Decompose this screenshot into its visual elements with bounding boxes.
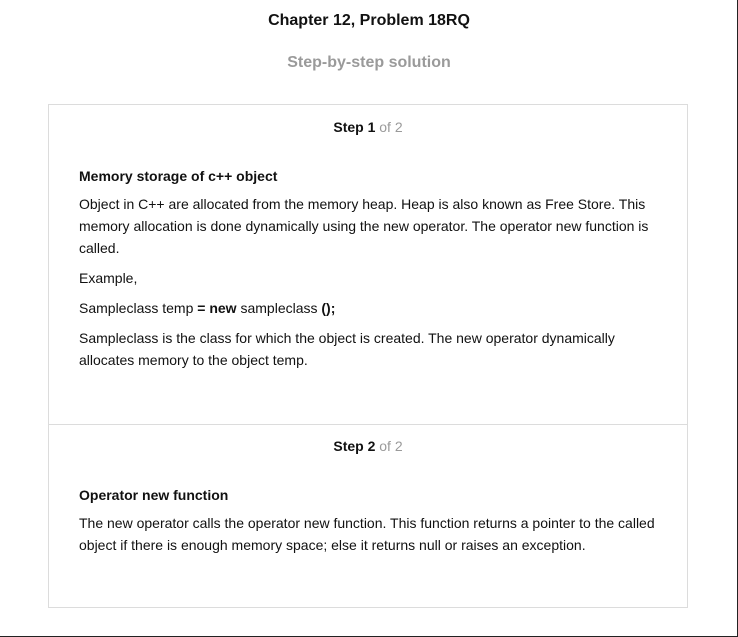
- step-paragraph: Object in C++ are allocated from the mem…: [79, 196, 649, 256]
- step-heading: Operator new function: [79, 487, 229, 503]
- step-1-section: Step 1 of 2 Memory storage of c++ object…: [49, 105, 687, 425]
- page-subtitle: Step-by-step solution: [287, 54, 451, 71]
- step-count: of 2: [379, 119, 403, 135]
- step-label: Step 1: [333, 119, 376, 135]
- step-paragraph: The new operator calls the operator new …: [79, 515, 655, 553]
- code-text: Sampleclass temp: [79, 300, 198, 316]
- step-2-section: Step 2 of 2 Operator new function The ne…: [49, 424, 687, 608]
- solution-card: Step 1 of 2 Memory storage of c++ object…: [48, 104, 688, 608]
- code-keyword: ();: [321, 300, 336, 316]
- step-1-content: Memory storage of c++ object Object in C…: [79, 167, 664, 379]
- code-example: Sampleclass temp = new sampleclass ();: [79, 297, 664, 319]
- code-keyword: = new: [197, 300, 237, 316]
- step-2-content: Operator new function The new operator c…: [79, 486, 664, 564]
- step-label: Step 2: [333, 438, 376, 454]
- step-paragraph: Sampleclass is the class for which the o…: [79, 330, 615, 368]
- code-text: sampleclass: [236, 300, 322, 316]
- step-count: of 2: [379, 438, 403, 454]
- step-1-header: Step 1 of 2: [49, 119, 687, 135]
- step-heading: Memory storage of c++ object: [79, 168, 278, 184]
- step-paragraph: Example,: [79, 270, 138, 286]
- page-title: Chapter 12, Problem 18RQ: [268, 12, 470, 29]
- step-2-header: Step 2 of 2: [49, 438, 687, 454]
